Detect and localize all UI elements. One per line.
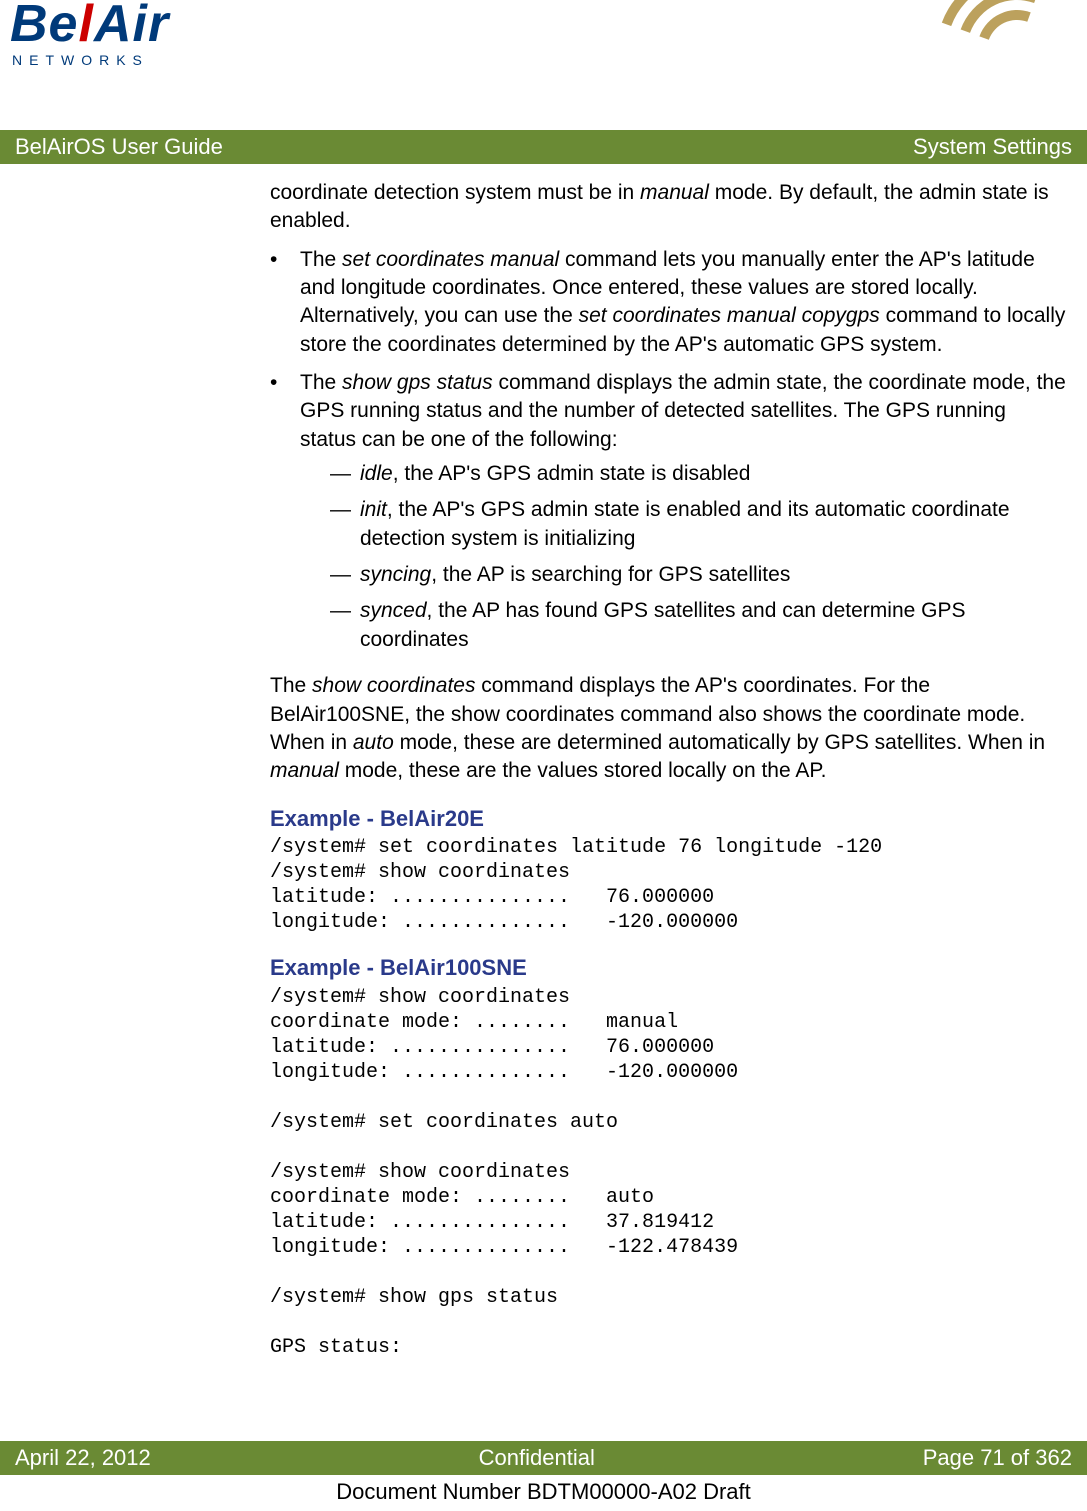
footer-confidential: Confidential [479, 1445, 595, 1471]
logo-text: BelAir [10, 2, 200, 46]
wave-icon [962, 0, 1072, 110]
status-init: — init, the AP's GPS admin state is enab… [330, 496, 1067, 553]
main-content: coordinate detection system must be in m… [0, 164, 1087, 1360]
example-belair20e-heading: Example - BelAir20E [270, 804, 1067, 834]
show-coordinates-paragraph: The show coordinates command displays th… [270, 672, 1067, 785]
guide-title: BelAirOS User Guide [15, 134, 223, 160]
title-bar: BelAirOS User Guide System Settings [0, 130, 1087, 164]
footer-date: April 22, 2012 [15, 1445, 151, 1471]
intro-paragraph: coordinate detection system must be in m… [270, 179, 1067, 236]
status-syncing: — syncing, the AP is searching for GPS s… [330, 561, 1067, 589]
bullet-show-gps-status: • The show gps status command displays t… [270, 369, 1067, 662]
page-header: BelAir NETWORKS [0, 0, 1087, 130]
logo-subtext: NETWORKS [12, 52, 200, 68]
status-list: — idle, the AP's GPS admin state is disa… [330, 460, 1067, 654]
bullet-set-coordinates-manual: • The set coordinates manual command let… [270, 246, 1067, 359]
example-belair100sne-code: /system# show coordinates coordinate mod… [270, 985, 1067, 1360]
section-title: System Settings [913, 134, 1072, 160]
document-number: Document Number BDTM00000-A02 Draft [0, 1479, 1087, 1505]
bullet-icon: • [270, 369, 300, 662]
belair-logo: BelAir NETWORKS [10, 2, 200, 68]
footer-bar: April 22, 2012 Confidential Page 71 of 3… [0, 1441, 1087, 1475]
status-synced: — synced, the AP has found GPS satellite… [330, 597, 1067, 654]
example-belair20e-code: /system# set coordinates latitude 76 lon… [270, 835, 1067, 935]
footer-page: Page 71 of 362 [923, 1445, 1072, 1471]
example-belair100sne-heading: Example - BelAir100SNE [270, 953, 1067, 983]
bullet-icon: • [270, 246, 300, 359]
status-idle: — idle, the AP's GPS admin state is disa… [330, 460, 1067, 488]
